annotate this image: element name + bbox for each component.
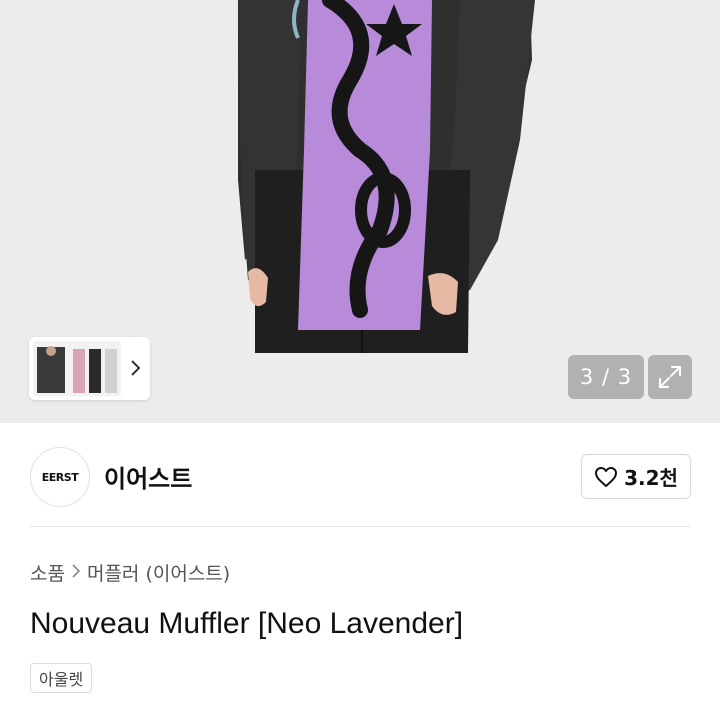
expand-icon bbox=[659, 366, 681, 388]
heart-icon bbox=[595, 466, 618, 487]
image-counter: 3 / 3 bbox=[568, 355, 644, 399]
expand-button[interactable] bbox=[648, 355, 692, 399]
product-image-gallery[interactable]: 3 / 3 bbox=[0, 0, 720, 423]
outlet-tag: 아울렛 bbox=[30, 663, 93, 693]
like-button[interactable]: 3.2천 bbox=[581, 454, 691, 499]
breadcrumb-subcategory[interactable]: 머플러 (이어스트) bbox=[87, 559, 230, 586]
seller-row[interactable]: EERST 이어스트 3.2천 bbox=[0, 423, 720, 527]
breadcrumb-category[interactable]: 소품 bbox=[30, 559, 65, 586]
thumbnail-strip[interactable] bbox=[29, 337, 150, 400]
chevron-right-icon bbox=[71, 562, 81, 583]
seller-logo-text: EERST bbox=[41, 470, 79, 484]
product-title: Nouveau Muffler [Neo Lavender] bbox=[30, 607, 464, 640]
breadcrumb: 소품 머플러 (이어스트) bbox=[30, 559, 230, 586]
like-count: 3.2천 bbox=[624, 466, 678, 490]
seller-avatar[interactable]: EERST bbox=[30, 447, 90, 507]
divider bbox=[30, 526, 690, 527]
thumbnail-image[interactable] bbox=[33, 341, 121, 396]
chevron-right-icon[interactable] bbox=[125, 355, 145, 381]
seller-name[interactable]: 이어스트 bbox=[104, 459, 192, 494]
